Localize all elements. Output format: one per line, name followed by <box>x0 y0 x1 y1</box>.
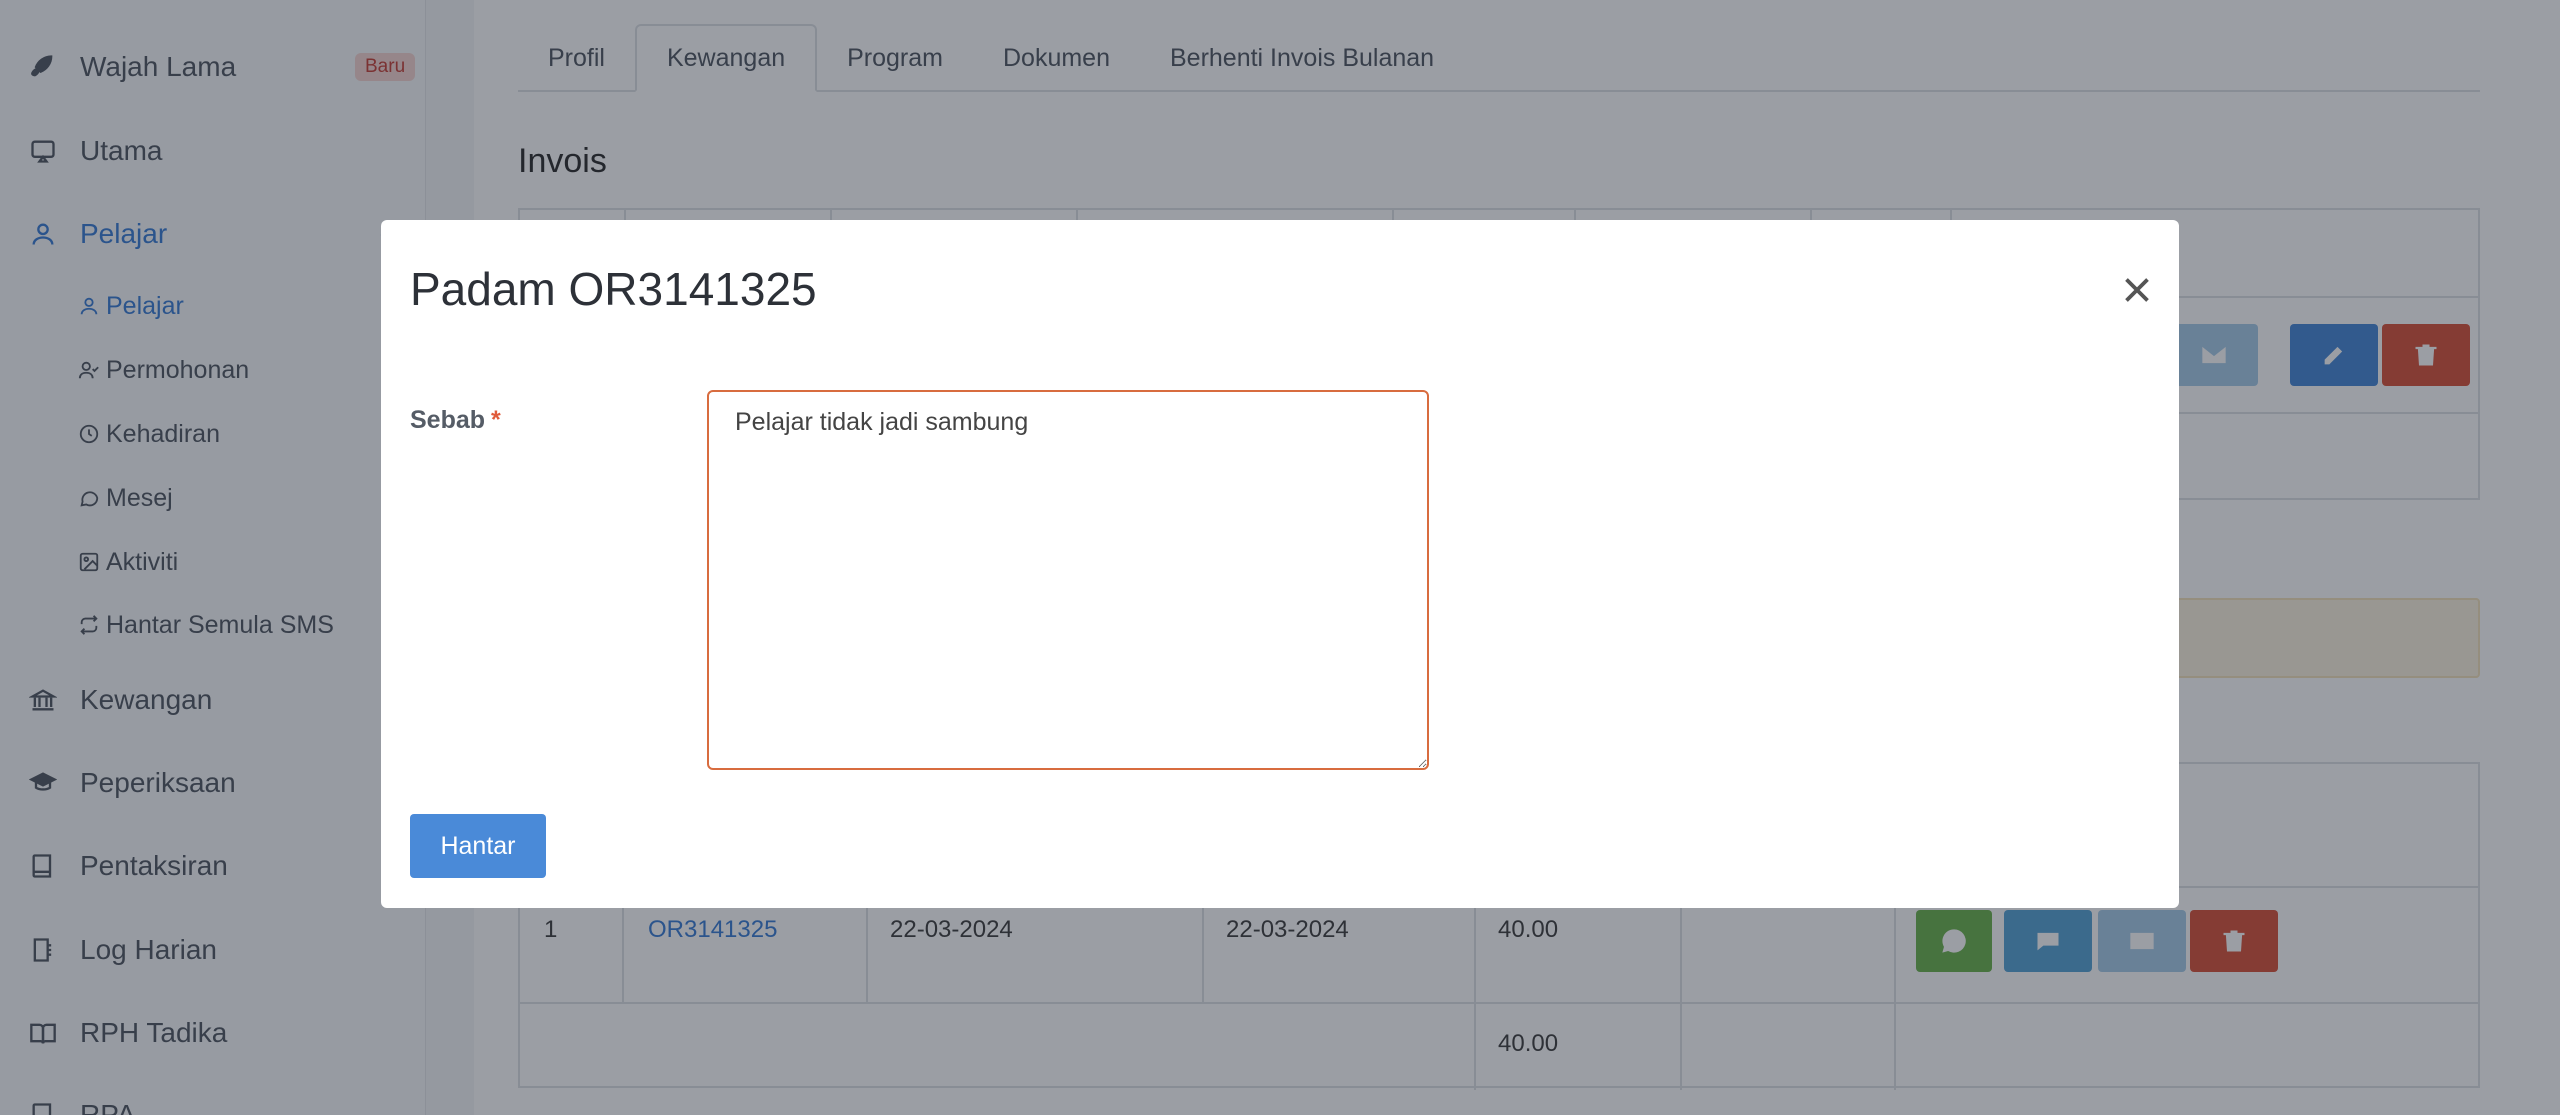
reason-textarea[interactable]: Pelajar tidak jadi sambung <box>707 390 1429 770</box>
reason-label-text: Sebab <box>410 406 486 434</box>
submit-button[interactable]: Hantar <box>410 814 546 878</box>
close-icon <box>2125 278 2149 302</box>
close-button[interactable] <box>2119 272 2155 308</box>
delete-receipt-modal: Padam OR3141325 Sebab * Pelajar tidak jad… <box>381 220 2179 908</box>
modal-title: Padam OR3141325 <box>410 263 817 315</box>
reason-label: Sebab * <box>410 406 501 435</box>
required-mark: * <box>491 406 501 434</box>
